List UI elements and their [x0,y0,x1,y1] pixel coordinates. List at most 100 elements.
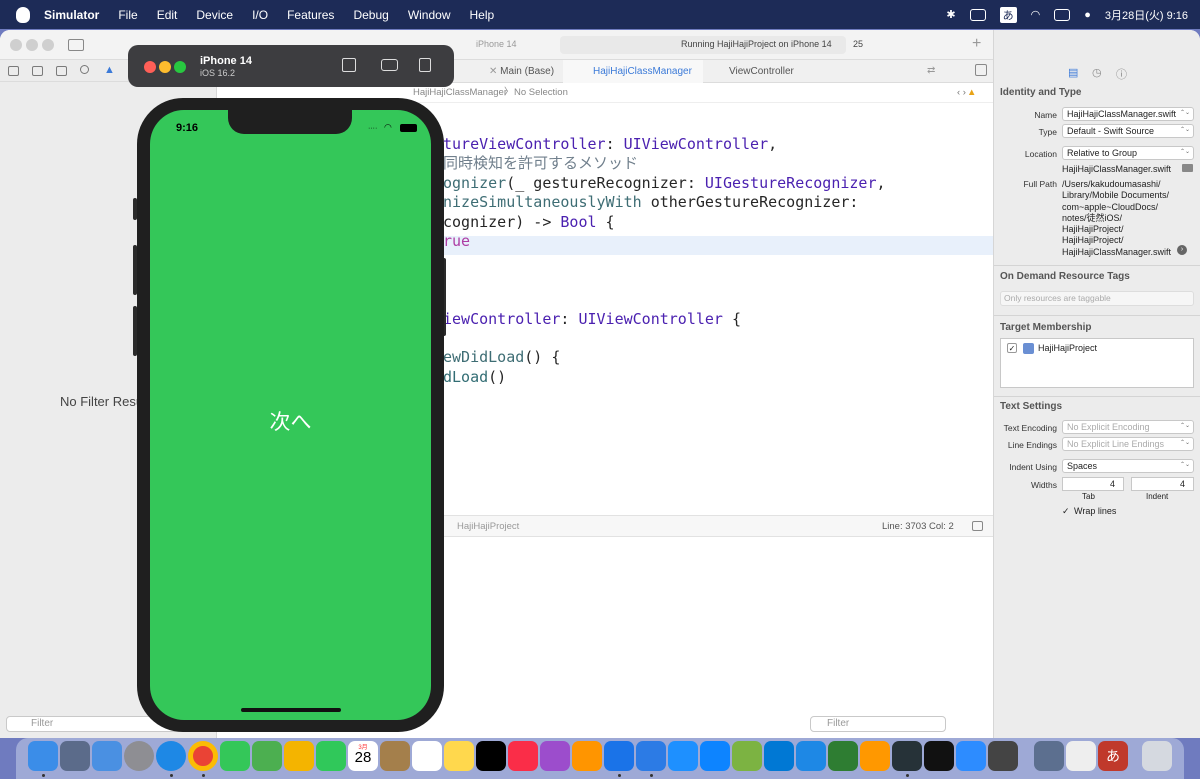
sim-minimize-button[interactable] [159,61,171,73]
minimap-toggle-icon[interactable] [972,521,983,531]
add-editor-icon[interactable] [975,64,987,76]
encoding-popup[interactable]: No Explicit Encoding [1062,420,1194,434]
home-icon[interactable] [342,58,356,72]
reminders-icon[interactable] [412,741,442,771]
iphone-screen[interactable]: 9:16 ···· ◠ 次へ [150,110,431,720]
trash-icon[interactable] [1142,741,1172,771]
window-close-dot[interactable] [10,39,22,51]
menu-help[interactable]: Help [470,8,495,22]
screenshot-icon[interactable] [381,59,398,71]
control-center-icon[interactable] [1054,8,1071,21]
podcasts-icon[interactable] [540,741,570,771]
indent-width-field[interactable]: 4 [1131,477,1194,491]
contacts-icon[interactable] [380,741,410,771]
wifi-icon[interactable]: ◠ [1031,8,1041,21]
sim-zoom-button[interactable] [174,61,186,73]
jump-symbol[interactable]: No Selection [514,83,568,103]
help-icon[interactable]: ⓘ [1116,66,1127,82]
folder-icon[interactable] [1182,164,1193,172]
safari-icon[interactable] [156,741,186,771]
next-button[interactable]: 次へ [150,406,431,436]
rotate-icon[interactable] [419,58,431,72]
tab-width-field[interactable]: 4 [1062,477,1124,491]
file-inspector-icon[interactable]: ▤ [1068,66,1078,79]
vscode-icon[interactable] [764,741,794,771]
simulator-icon[interactable] [636,741,666,771]
keynote-icon[interactable] [796,741,826,771]
books-icon[interactable] [572,741,602,771]
window-minimize-dot[interactable] [26,39,38,51]
issue-warning-icon[interactable]: ▲ [104,64,115,76]
maps-icon[interactable] [252,741,282,771]
menu-features[interactable]: Features [287,8,334,22]
launchpad-icon[interactable] [60,741,90,771]
menu-debug[interactable]: Debug [353,8,388,22]
menu-edit[interactable]: Edit [157,8,178,22]
history-icon[interactable]: ◷ [1092,66,1102,79]
bluetooth-icon[interactable]: ✱ [946,8,955,21]
chrome-icon[interactable] [188,741,218,771]
script-editor-icon[interactable] [732,741,762,771]
line-endings-popup[interactable]: No Explicit Line Endings [1062,437,1194,451]
system-settings-icon[interactable] [124,741,154,771]
refresh-icon[interactable]: ⇄ [927,65,935,76]
jump-nav-arrows[interactable]: ‹ › [957,83,966,103]
pages-icon[interactable] [860,741,890,771]
battery-icon[interactable] [969,8,986,21]
debug-filter-input[interactable]: Filter [810,716,946,732]
name-field[interactable]: HajiHajiClassManager.swift [1062,107,1194,121]
notes-icon[interactable] [444,741,474,771]
wrap-lines-checkbox[interactable]: ✓ [1062,506,1070,517]
instruments-icon[interactable] [892,741,922,771]
xcode-icon[interactable] [604,741,634,771]
siri-icon[interactable]: ● [1084,9,1091,21]
tab-view-controller[interactable]: ViewController [703,60,813,83]
add-icon[interactable]: + [972,35,981,53]
destination-label[interactable]: iPhone 14 [476,39,517,49]
menu-file[interactable]: File [118,8,137,22]
menu-io[interactable]: I/O [252,8,268,22]
app-folder-icon[interactable] [668,741,698,771]
calendar-icon[interactable]: 3月 28 [348,741,378,771]
sidebar-toggle-icon[interactable] [68,39,84,51]
calculator-icon[interactable] [988,741,1018,771]
odr-tags-field[interactable]: Only resources are taggable [1000,291,1194,306]
jump-warning-icon[interactable]: ▲ [967,83,976,103]
indent-using-popup[interactable]: Spaces [1062,459,1194,473]
zoom-icon[interactable] [956,741,986,771]
clock[interactable]: 3月28日(火) 9:16 [1105,7,1188,23]
running-indicator [170,774,173,777]
finder-icon[interactable] [28,741,58,771]
numbers-icon[interactable] [828,741,858,771]
messages-icon[interactable] [220,741,250,771]
facetime-icon[interactable] [316,741,346,771]
apple-tv-icon[interactable] [476,741,506,771]
terminal-icon[interactable] [924,741,954,771]
reveal-in-finder-icon[interactable]: › [1177,245,1187,255]
app-store-icon[interactable] [700,741,730,771]
menu-app[interactable]: Simulator [44,8,99,22]
menu-device[interactable]: Device [196,8,233,22]
tab-main-base[interactable]: ✕ Main (Base) [483,60,563,83]
home-indicator[interactable] [241,708,341,712]
target-checkbox[interactable]: ✓ [1007,343,1017,353]
textedit-icon[interactable] [1066,741,1096,771]
mail-icon[interactable] [92,741,122,771]
type-popup[interactable]: Default - Swift Source [1062,124,1194,138]
warning-count[interactable]: 25 [853,39,863,49]
search-icon[interactable] [80,65,89,74]
menu-window[interactable]: Window [408,8,451,22]
symbol-icon[interactable] [56,66,67,76]
music-icon[interactable] [508,741,538,771]
sim-close-button[interactable] [144,61,156,73]
apple-icon[interactable] [16,6,30,23]
photos-icon[interactable] [284,741,314,771]
input-method-indicator[interactable]: あ [999,6,1017,23]
window-zoom-dot[interactable] [42,39,54,51]
source-control-icon[interactable] [32,66,43,76]
input-method-app-icon[interactable]: あ [1098,741,1128,771]
location-popup[interactable]: Relative to Group [1062,146,1194,160]
folder-icon[interactable] [8,66,19,76]
tab-haji-class-manager[interactable]: HajiHajiClassManager [563,60,703,83]
preview-icon[interactable] [1034,741,1064,771]
